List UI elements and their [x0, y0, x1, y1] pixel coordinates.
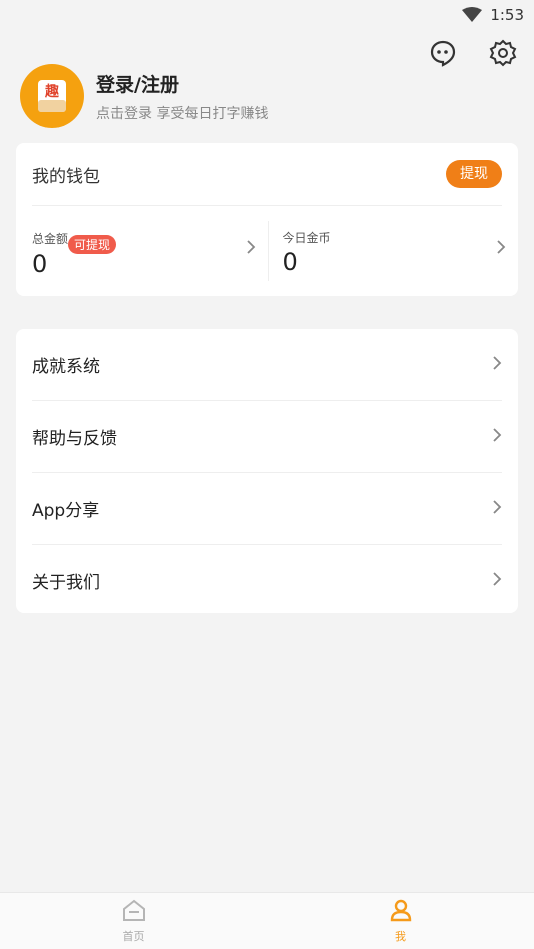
- tab-home-label: 首页: [122, 930, 145, 943]
- chevron-right-icon: [492, 571, 502, 591]
- status-bar: 1:53: [0, 0, 534, 30]
- withdraw-button[interactable]: 提现: [446, 160, 502, 188]
- wallet-title: 我的钱包: [32, 166, 100, 187]
- chevron-right-icon: [492, 499, 502, 519]
- chevron-right-icon: [496, 239, 506, 259]
- tab-home[interactable]: 首页: [0, 893, 267, 949]
- total-amount-value: 0: [32, 250, 48, 278]
- profile-header[interactable]: 趣 登录/注册 点击登录 享受每日打字赚钱: [20, 64, 268, 128]
- home-icon: [121, 898, 147, 926]
- menu-item-help-feedback[interactable]: 帮助与反馈: [32, 401, 502, 473]
- avatar[interactable]: 趣: [20, 64, 84, 128]
- tab-me[interactable]: 我: [267, 893, 534, 949]
- total-amount-section[interactable]: 总金额 可提现 0: [16, 221, 268, 281]
- menu-item-label: 关于我们: [32, 573, 100, 593]
- today-coins-section[interactable]: 今日金币 0: [267, 221, 519, 281]
- login-title[interactable]: 登录/注册: [96, 70, 268, 97]
- avatar-char: 趣: [44, 83, 60, 100]
- today-coins-value: 0: [282, 248, 298, 276]
- menu-card: 成就系统 帮助与反馈 App分享 关于我们: [16, 329, 518, 613]
- today-coins-label: 今日金币: [282, 231, 331, 245]
- header-actions: [428, 38, 518, 68]
- total-amount-label: 总金额: [32, 232, 69, 246]
- menu-item-about-us[interactable]: 关于我们: [32, 545, 502, 616]
- withdrawable-badge: 可提现: [68, 235, 117, 254]
- menu-item-app-share[interactable]: App分享: [32, 473, 502, 545]
- wallet-card: 我的钱包 提现 总金额 可提现 0 今日金币 0: [16, 143, 518, 296]
- menu-item-label: 帮助与反馈: [32, 429, 117, 449]
- menu-item-label: 成就系统: [32, 357, 100, 377]
- status-time: 1:53: [490, 6, 524, 24]
- login-subtitle: 点击登录 享受每日打字赚钱: [96, 105, 269, 122]
- menu-item-label: App分享: [32, 501, 100, 521]
- chevron-right-icon: [246, 239, 256, 259]
- chevron-right-icon: [492, 355, 502, 375]
- menu-item-achievements[interactable]: 成就系统: [32, 329, 502, 401]
- tab-me-label: 我: [395, 930, 406, 943]
- settings-gear-icon[interactable]: [488, 38, 518, 68]
- wifi-icon: [462, 7, 483, 23]
- chevron-right-icon: [492, 427, 502, 447]
- person-icon: [389, 898, 413, 926]
- bottom-tab-bar: 首页 我: [0, 892, 534, 949]
- message-icon[interactable]: [428, 38, 458, 68]
